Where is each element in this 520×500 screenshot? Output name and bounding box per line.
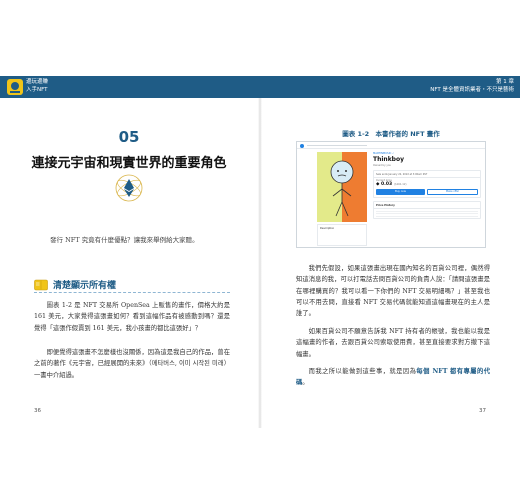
figure-caption-text: 本書作者的 NFT 畫作 <box>375 130 440 138</box>
history-row <box>376 213 478 214</box>
price-history-panel: Price History <box>373 201 481 219</box>
nft-details: MARTINMUSIC ✓ Thinkboy Owned by you Sale… <box>373 152 481 219</box>
action-buttons: Buy now Make offer <box>374 187 480 197</box>
figure-caption: 圖表 1-2 本書作者的 NFT 畫作 <box>262 128 520 138</box>
opensea-screenshot: Description MARTINMUSIC ✓ Thinkboy Owned… <box>296 141 486 248</box>
page-number-left: 36 <box>34 408 41 414</box>
right-paragraph-1: 我們先假設，如果這張畫出現在國內知名的百貨公司裡，偶然得知這消息的我，可以打電話… <box>296 265 490 318</box>
lead-sentence: 發行 NFT 究竟有什麼優點？讓我來舉例給大家聽。 <box>50 236 199 244</box>
book-logo-icon <box>7 79 23 95</box>
book-gutter <box>258 98 262 428</box>
right-paragraph-3-text: 而我之所以能做到這些事，就是因為 <box>308 368 417 375</box>
page-number-right: 37 <box>479 408 486 414</box>
book-icon <box>34 279 48 290</box>
book-title: 邊玩邊賺 入手NFT <box>26 78 48 94</box>
ethereum-icon <box>115 174 143 202</box>
price-history-label[interactable]: Price History <box>374 202 480 209</box>
section-title: 連接元宇宙和現實世界的重要角色 <box>31 156 227 171</box>
right-paragraph-3: 而我之所以能做到這些事，就是因為每個 NFT 都有專屬的代碼。 <box>296 366 490 389</box>
chapter-label-line1: 第 1 章 <box>496 79 514 85</box>
screenshot-topbar <box>297 142 485 149</box>
price-eth: ◆ 0.03 <box>376 182 393 187</box>
chapter-label-line2: NFT 是全體資訊業者・不只是藝術 <box>430 87 514 93</box>
nft-name: Thinkboy <box>373 156 405 163</box>
book-title-line1: 邊玩邊賺 <box>26 79 49 85</box>
opensea-logo-icon <box>300 143 304 148</box>
history-row <box>376 210 478 212</box>
description-label: Description <box>320 227 335 230</box>
sale-end-line: Sale ends January 22, 2022 at 3:00am KST <box>374 171 480 178</box>
left-paragraph-2: 即便覺得這張畫不怎麼樣也沒關係，因為這是我自己的作品，曾在之前的著作《元宇宙，已… <box>34 349 230 379</box>
owner-line: Owned by you <box>373 164 391 167</box>
price-usd: ($161.12) <box>394 183 407 186</box>
description-panel: Description <box>317 224 367 246</box>
figure-number: 圖表 1-2 <box>342 130 370 138</box>
nft-artwork <box>317 152 367 222</box>
search-bar <box>307 145 367 146</box>
right-paragraph-3-end: 。 <box>302 379 309 387</box>
make-offer-button[interactable]: Make offer <box>427 189 478 195</box>
book-title-line2: 入手NFT <box>26 87 48 93</box>
subsection-heading: 清楚顯示所有權 <box>34 278 116 291</box>
sale-panel: Sale ends January 22, 2022 at 3:00am KST… <box>373 170 481 198</box>
section-number: 05 <box>118 128 140 146</box>
right-paragraph-2: 如果百貨公司不願意告訴我 NFT 持有者的帳號，我也能以我是這幅畫的作者，去跟百… <box>296 328 490 358</box>
chapter-label: 第 1 章 NFT 是全體資訊業者・不只是藝術 <box>430 78 514 94</box>
subsection-divider <box>34 292 230 293</box>
history-row <box>376 215 478 217</box>
buy-now-button[interactable]: Buy now <box>376 189 425 195</box>
subsection-title: 清楚顯示所有權 <box>53 281 117 291</box>
collection-name: MARTINMUSIC ✓ <box>373 152 395 155</box>
left-paragraph-1: 圖表 1-2 是 NFT 交易所 OpenSea 上販售的畫作，價格大約是 16… <box>34 302 230 332</box>
running-header: 邊玩邊賺 入手NFT 第 1 章 NFT 是全體資訊業者・不只是藝術 <box>0 76 520 98</box>
